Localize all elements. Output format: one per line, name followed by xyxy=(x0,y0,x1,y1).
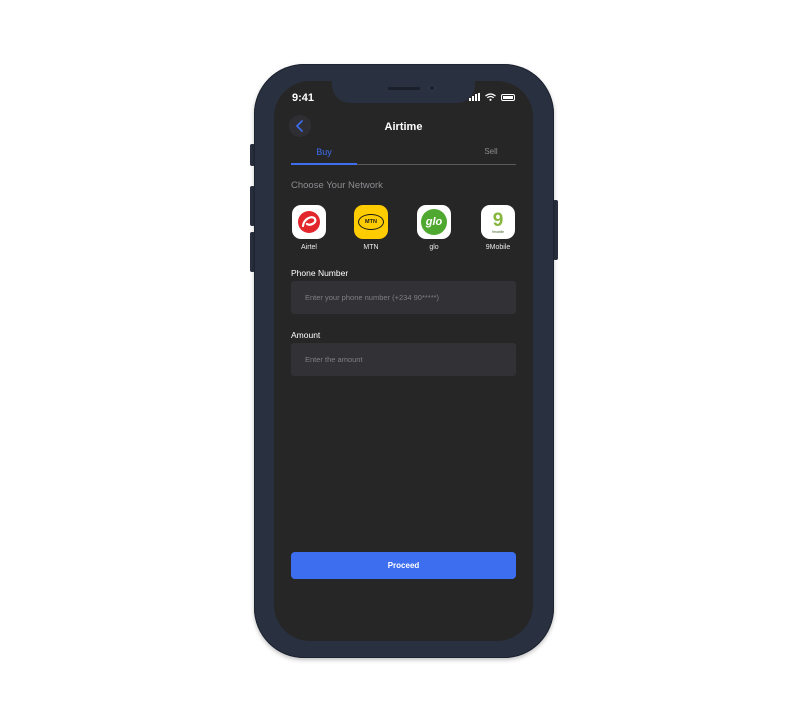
network-label: MTN xyxy=(363,244,379,251)
tab-bar: Buy Sell xyxy=(291,147,516,165)
phone-number-input[interactable]: Enter your phone number (+234 90*****) xyxy=(291,281,516,314)
front-camera xyxy=(428,84,436,92)
mtn-logo-icon: MTN xyxy=(354,205,388,239)
amount-label: Amount xyxy=(291,330,321,340)
notch xyxy=(332,81,475,103)
network-option-9mobile[interactable]: 9 9mobile 9Mobile xyxy=(480,205,516,251)
phone-screen: 9:41 Airtime Buy Sell Choose Your Networ… xyxy=(274,81,533,641)
proceed-button[interactable]: Proceed xyxy=(291,552,516,579)
speaker-grille xyxy=(388,87,420,90)
9mobile-logo-text: 9 xyxy=(492,209,504,231)
status-time: 9:41 xyxy=(292,92,315,104)
network-heading: Choose Your Network xyxy=(291,180,383,191)
network-option-airtel[interactable]: Airtel xyxy=(291,205,327,251)
battery-icon xyxy=(501,93,515,101)
glo-logo-text: glo xyxy=(421,209,447,235)
glo-logo-icon: glo xyxy=(417,205,451,239)
network-option-glo[interactable]: glo glo xyxy=(416,205,452,251)
network-label: glo xyxy=(429,244,439,251)
status-icons xyxy=(469,93,515,101)
mtn-logo-text: MTN xyxy=(358,214,384,230)
signal-icon xyxy=(469,93,480,101)
page-title: Airtime xyxy=(384,121,423,133)
tab-sell[interactable]: Sell xyxy=(466,147,516,156)
wifi-icon xyxy=(485,93,496,101)
network-label: 9Mobile xyxy=(485,244,511,251)
network-list: Airtel MTN MTN glo glo 9 9mobile 9Mobile xyxy=(291,205,516,255)
9mobile-logo-icon: 9 9mobile xyxy=(481,205,515,239)
network-label: Airtel xyxy=(301,244,317,251)
9mobile-logo-subtext: 9mobile xyxy=(491,229,505,234)
network-option-mtn[interactable]: MTN MTN xyxy=(353,205,389,251)
airtel-logo-icon xyxy=(292,205,326,239)
phone-number-label: Phone Number xyxy=(291,268,349,278)
amount-input[interactable]: Enter the amount xyxy=(291,343,516,376)
tab-buy[interactable]: Buy xyxy=(291,147,357,165)
